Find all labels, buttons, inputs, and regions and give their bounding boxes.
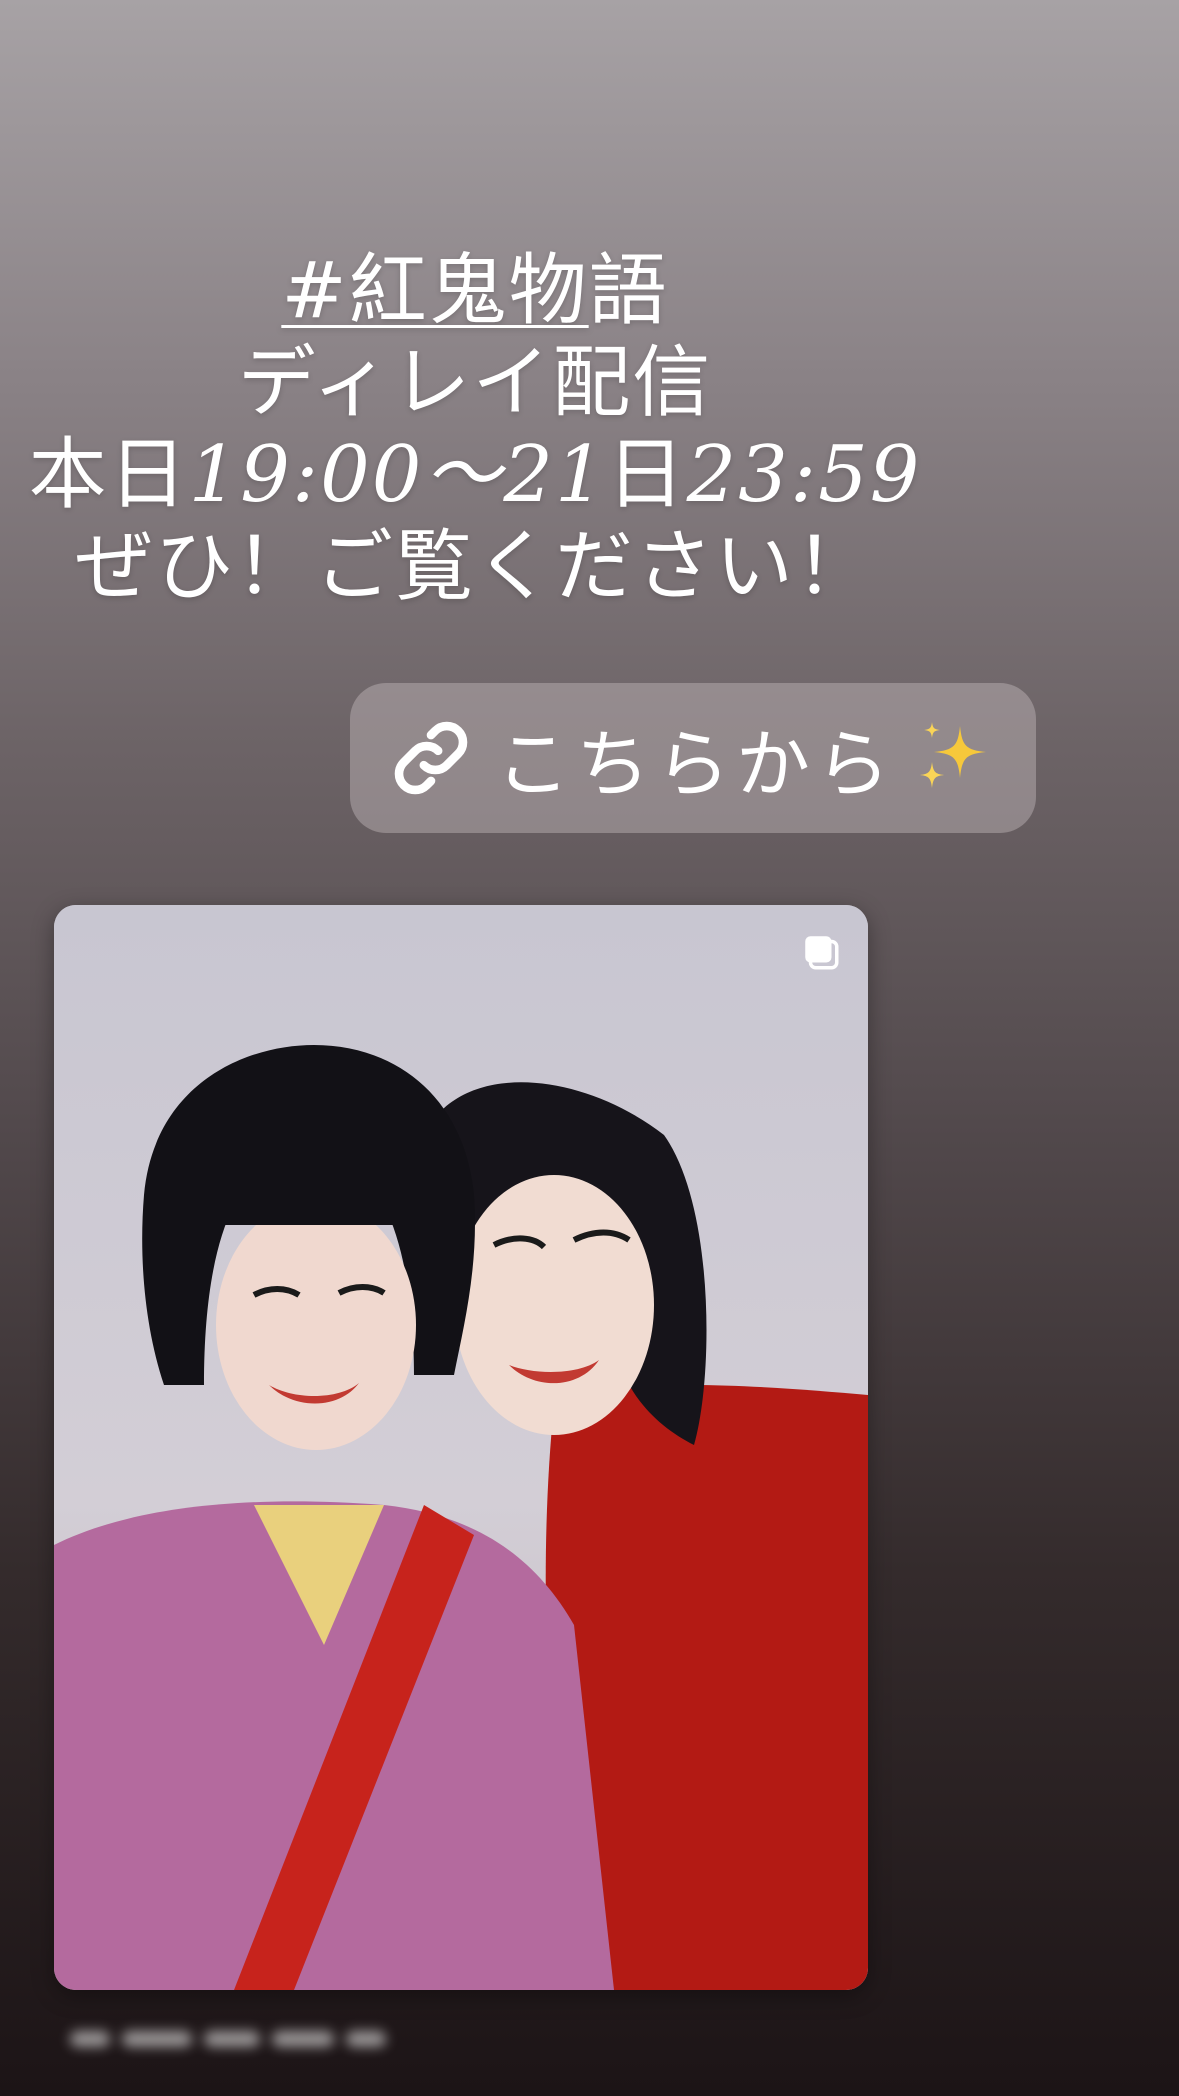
- caption-line-2: ディレイ配信: [237, 338, 713, 428]
- shared-post-card[interactable]: [54, 905, 868, 1990]
- caption-line-3: 本日19:00〜21日23:59: [28, 430, 922, 520]
- hashtag-tail: 語: [588, 246, 669, 336]
- link-sticker-button[interactable]: こちらから: [350, 683, 1036, 833]
- carousel-icon: [805, 936, 839, 970]
- story-caption: #紅鬼物語 ディレイ配信 本日19:00〜21日23:59 ぜひ！ご覧ください！: [0, 245, 950, 613]
- link-sticker-label: こちらから: [496, 721, 896, 808]
- hashtag-line: #紅鬼物語: [0, 245, 950, 337]
- link-icon: [394, 721, 468, 795]
- post-photo: [54, 905, 868, 1990]
- sparkles-icon: [920, 722, 986, 788]
- blurred-username: [70, 2028, 390, 2050]
- caption-line-4: ぜひ！ご覧ください！: [74, 522, 875, 612]
- hashtag-link[interactable]: #紅鬼物: [281, 246, 588, 336]
